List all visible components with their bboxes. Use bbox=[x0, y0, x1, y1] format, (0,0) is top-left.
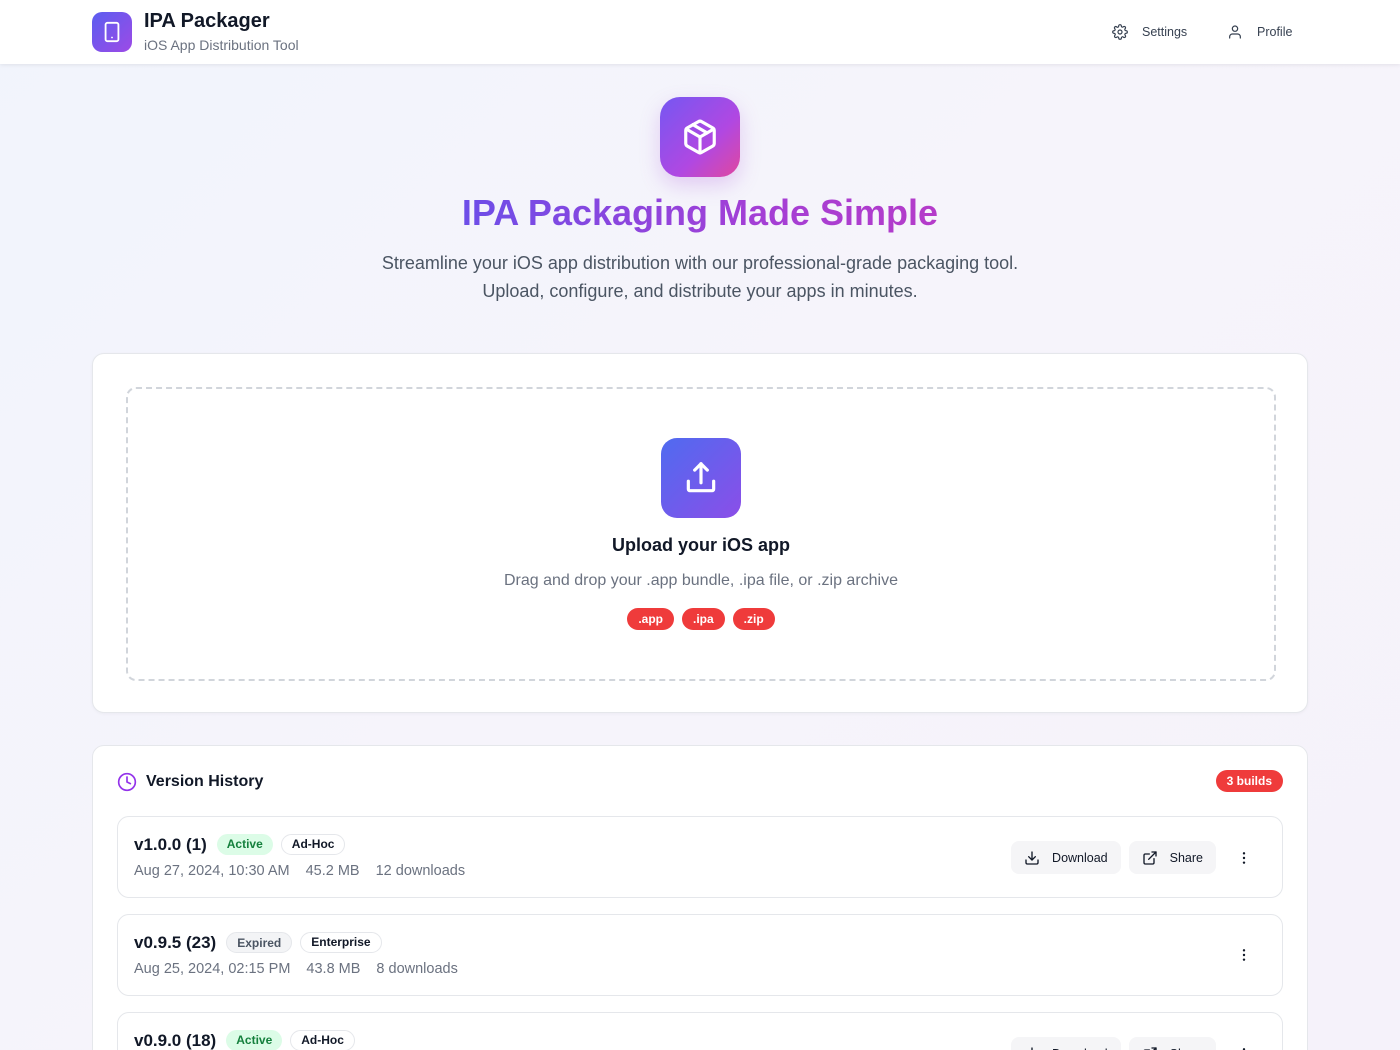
more-options-button[interactable] bbox=[1228, 1038, 1260, 1050]
build-downloads: 12 downloads bbox=[375, 863, 466, 879]
status-badge: Active bbox=[216, 834, 273, 855]
settings-button[interactable]: Settings bbox=[1112, 20, 1187, 44]
build-row-header: v0.9.5 (23) Expired Enterprise bbox=[134, 932, 382, 953]
download-button[interactable]: Download bbox=[1011, 841, 1121, 874]
status-badge: Expired bbox=[226, 932, 293, 953]
upload-title: Upload your iOS app bbox=[611, 535, 790, 555]
format-badge-app: .app bbox=[627, 608, 674, 630]
build-date: Aug 27, 2024, 10:30 AM bbox=[134, 863, 290, 879]
user-icon bbox=[1229, 25, 1241, 39]
build-size: 43.8 MB bbox=[306, 961, 361, 977]
version-history-card: Version History 3 builds v1.0.0 (1) Acti… bbox=[92, 745, 1308, 1050]
build-row-header: v1.0.0 (1) Active Ad-Hoc bbox=[134, 834, 346, 855]
clock-icon bbox=[117, 772, 137, 792]
build-row[interactable]: v0.9.0 (18) Active Ad-Hoc Download Shar bbox=[117, 1012, 1283, 1050]
distribution-type-badge: Ad-Hoc bbox=[290, 1030, 355, 1050]
download-button[interactable]: Download bbox=[1011, 1037, 1121, 1050]
download-icon bbox=[1025, 850, 1039, 865]
more-vertical-icon bbox=[1242, 949, 1246, 961]
share-label: Share bbox=[1170, 1047, 1203, 1050]
more-vertical-icon bbox=[1242, 851, 1246, 864]
build-downloads: 8 downloads bbox=[376, 961, 458, 977]
hero-logo bbox=[660, 97, 740, 177]
build-actions: Download Share bbox=[1011, 841, 1260, 874]
profile-button[interactable]: Profile bbox=[1227, 20, 1292, 44]
settings-label: Settings bbox=[1142, 25, 1188, 39]
download-label: Download bbox=[1052, 850, 1108, 865]
hero-title-text: IPA Packaging Made Simple bbox=[461, 192, 939, 233]
build-meta: Aug 27, 2024, 10:30 AM 45.2 MB 12 downlo… bbox=[134, 863, 465, 879]
smartphone-icon bbox=[104, 21, 120, 43]
format-badges: .app .ipa .zip bbox=[128, 608, 1274, 630]
build-size: 45.2 MB bbox=[305, 863, 360, 879]
build-actions bbox=[1224, 939, 1260, 971]
hero-title: IPA Packaging Made Simple bbox=[0, 190, 1400, 236]
external-link-icon bbox=[1142, 850, 1157, 865]
version-history-header: Version History bbox=[117, 770, 263, 794]
more-options-button[interactable] bbox=[1228, 842, 1260, 874]
app-subtitle: iOS App Distribution Tool bbox=[144, 37, 299, 53]
build-version: v1.0.0 (1) bbox=[134, 834, 207, 854]
more-vertical-icon bbox=[1242, 1047, 1246, 1050]
version-history-title: Version History bbox=[146, 773, 264, 790]
app-logo[interactable] bbox=[92, 12, 132, 52]
app-header: IPA Packager iOS App Distribution Tool S… bbox=[0, 0, 1400, 64]
format-badge-zip: .zip bbox=[732, 608, 775, 630]
build-row-header: v0.9.0 (18) Active Ad-Hoc bbox=[134, 1030, 355, 1050]
more-options-button[interactable] bbox=[1228, 939, 1260, 971]
upload-card: Upload your iOS app Drag and drop your .… bbox=[92, 353, 1308, 713]
status-badge: Active bbox=[226, 1030, 283, 1050]
upload-dropzone[interactable]: Upload your iOS app Drag and drop your .… bbox=[126, 387, 1276, 681]
external-link-icon bbox=[1143, 1046, 1157, 1050]
format-badge-ipa: .ipa bbox=[682, 608, 725, 630]
hero-description: Streamline your iOS app distribution wit… bbox=[381, 253, 1019, 301]
upload-icon-box bbox=[661, 438, 741, 518]
build-row[interactable]: v1.0.0 (1) Active Ad-Hoc Aug 27, 2024, 1… bbox=[117, 816, 1283, 898]
package-icon bbox=[684, 119, 716, 155]
gear-icon bbox=[1112, 24, 1128, 40]
build-row[interactable]: v0.9.5 (23) Expired Enterprise Aug 25, 2… bbox=[117, 914, 1283, 996]
share-button[interactable]: Share bbox=[1128, 841, 1216, 874]
build-actions: Download Share bbox=[1011, 1037, 1260, 1050]
upload-description: Drag and drop your .app bundle, .ipa fil… bbox=[503, 572, 898, 589]
distribution-type-badge: Enterprise bbox=[300, 932, 382, 953]
distribution-type-badge: Ad-Hoc bbox=[280, 834, 346, 855]
build-date: Aug 25, 2024, 02:15 PM bbox=[134, 961, 291, 977]
profile-label: Profile bbox=[1257, 25, 1293, 39]
build-meta: Aug 25, 2024, 02:15 PM 43.8 MB 8 downloa… bbox=[134, 961, 458, 977]
share-button[interactable]: Share bbox=[1128, 1037, 1216, 1050]
builds-count-badge: 3 builds bbox=[1215, 770, 1283, 792]
build-version: v0.9.0 (18) bbox=[134, 1030, 217, 1050]
download-label: Download bbox=[1052, 1047, 1108, 1050]
app-title: IPA Packager bbox=[144, 10, 270, 32]
download-icon bbox=[1031, 1046, 1033, 1050]
share-label: Share bbox=[1169, 850, 1203, 865]
build-version: v0.9.5 (23) bbox=[134, 932, 217, 952]
upload-icon bbox=[686, 462, 716, 493]
